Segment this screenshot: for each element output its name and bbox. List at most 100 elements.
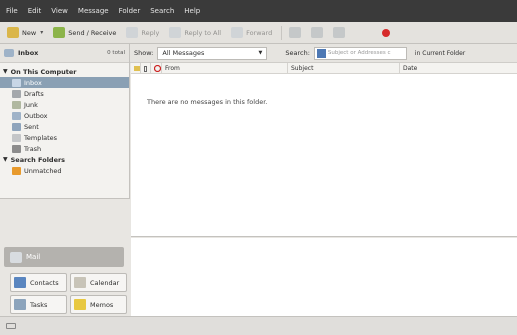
folder-outbox[interactable]: Outbox xyxy=(0,110,129,121)
menu-search[interactable]: Search xyxy=(150,7,174,15)
tree-on-this-computer-label: On This Computer xyxy=(10,67,77,76)
menu-view[interactable]: View xyxy=(51,7,68,15)
column-date[interactable]: Date xyxy=(400,63,517,74)
templates-icon xyxy=(12,133,21,142)
junk-icon xyxy=(333,27,346,38)
memos-button-label: Memos xyxy=(90,300,114,309)
reply-icon xyxy=(126,27,139,38)
new-button[interactable]: New ▾ xyxy=(4,25,46,41)
column-unread[interactable] xyxy=(131,63,141,74)
tasks-button-label: Tasks xyxy=(30,300,48,309)
flag-icon xyxy=(154,65,161,72)
column-subject-label: Subject xyxy=(291,65,314,72)
chevron-down-icon: ▼ xyxy=(258,50,263,56)
folder-templates[interactable]: Templates xyxy=(0,132,129,143)
show-filter-select[interactable]: All Messages ▼ xyxy=(157,46,268,60)
folder-count: 0 total xyxy=(107,50,125,56)
inbox-icon xyxy=(4,49,14,57)
folder-tree: ▼ On This Computer Inbox Drafts Junk Out… xyxy=(0,63,129,176)
folder-inbox[interactable]: Inbox xyxy=(0,77,129,88)
component-switcher: Mail Contacts Calendar Tasks Memos xyxy=(0,198,130,316)
calendar-button-label: Calendar xyxy=(90,278,120,287)
send-receive-icon xyxy=(53,27,66,38)
forward-icon xyxy=(231,27,244,38)
folder-sent[interactable]: Sent xyxy=(0,121,129,132)
reply-button[interactable]: Reply xyxy=(123,25,162,41)
folder-trash[interactable]: Trash xyxy=(0,143,129,154)
menu-file[interactable]: File xyxy=(6,7,18,15)
reply-label: Reply xyxy=(141,28,160,37)
folder-title: Inbox xyxy=(18,49,39,57)
folder-header: Inbox 0 total xyxy=(0,44,129,63)
column-date-label: Date xyxy=(403,65,418,72)
menu-edit[interactable]: Edit xyxy=(28,7,42,15)
column-attachment[interactable] xyxy=(141,63,151,74)
folder-sent-label: Sent xyxy=(24,122,39,131)
folder-icon xyxy=(311,27,324,38)
folder-junk-label: Junk xyxy=(24,100,38,109)
tree-search-folders-label: Search Folders xyxy=(10,155,66,164)
forward-label: Forward xyxy=(246,28,273,37)
tree-search-folders[interactable]: ▼ Search Folders xyxy=(0,154,129,165)
tasks-icon xyxy=(14,299,26,310)
offline-icon[interactable] xyxy=(6,323,16,329)
column-subject[interactable]: Subject xyxy=(288,63,400,74)
filter-bar: Show: All Messages ▼ Search: Subject or … xyxy=(130,44,517,63)
mail-button[interactable]: Mail xyxy=(4,247,124,267)
column-flag[interactable] xyxy=(151,63,162,74)
memos-button[interactable]: Memos xyxy=(70,295,127,314)
sent-icon xyxy=(12,122,21,131)
trash-icon xyxy=(12,144,21,153)
expander-down-icon[interactable]: ▼ xyxy=(3,156,8,163)
calendar-button[interactable]: Calendar xyxy=(70,273,127,292)
folder-unmatched[interactable]: Unmatched xyxy=(0,165,129,176)
folder-templates-label: Templates xyxy=(24,133,58,142)
folder-drafts-label: Drafts xyxy=(24,89,44,98)
message-list-header: From Subject Date xyxy=(131,63,517,74)
empty-folder-message: There are no messages in this folder. xyxy=(147,98,268,106)
show-filter-value: All Messages xyxy=(162,49,205,57)
folder-drafts[interactable]: Drafts xyxy=(0,88,129,99)
folder-unmatched-label: Unmatched xyxy=(24,166,62,175)
tree-on-this-computer[interactable]: ▼ On This Computer xyxy=(0,66,129,77)
print-icon xyxy=(289,27,302,38)
reply-all-button[interactable]: Reply to All xyxy=(166,25,224,41)
inbox-icon xyxy=(12,78,21,87)
folder-trash-label: Trash xyxy=(24,144,42,153)
status-bar xyxy=(0,316,517,335)
junk-button[interactable] xyxy=(330,25,348,41)
message-list: From Subject Date There are no messages … xyxy=(131,63,517,237)
preview-pane xyxy=(131,238,517,316)
delete-icon xyxy=(382,28,391,37)
attachment-icon xyxy=(144,65,147,72)
search-scope-select[interactable]: in Current Folder xyxy=(415,50,465,57)
memos-icon xyxy=(74,299,86,310)
new-message-icon xyxy=(7,27,19,38)
column-from-label: From xyxy=(165,65,180,72)
expander-down-icon[interactable]: ▼ xyxy=(3,68,8,75)
search-icon[interactable] xyxy=(316,48,326,58)
send-receive-label: Send / Receive xyxy=(68,28,117,37)
print-button[interactable] xyxy=(286,25,304,41)
junk-icon xyxy=(12,100,21,109)
move-button[interactable] xyxy=(308,25,326,41)
contacts-icon xyxy=(14,277,26,288)
send-receive-button[interactable]: Send / Receive xyxy=(50,25,119,41)
search-label: Search: xyxy=(285,49,310,57)
chevron-down-icon[interactable]: ▾ xyxy=(40,29,43,36)
search-input[interactable]: Subject or Addresses c xyxy=(313,46,407,60)
tasks-button[interactable]: Tasks xyxy=(10,295,67,314)
search-folder-icon xyxy=(12,166,21,175)
forward-button[interactable]: Forward xyxy=(228,25,275,41)
menu-message[interactable]: Message xyxy=(78,7,109,15)
search-scope-value: in Current Folder xyxy=(414,49,466,57)
folder-junk[interactable]: Junk xyxy=(0,99,129,110)
delete-button[interactable] xyxy=(378,25,394,41)
column-from[interactable]: From xyxy=(162,63,288,74)
contacts-button[interactable]: Contacts xyxy=(10,273,67,292)
menu-help[interactable]: Help xyxy=(184,7,200,15)
show-label: Show: xyxy=(134,49,154,57)
menu-folder[interactable]: Folder xyxy=(119,7,141,15)
menu-bar: File Edit View Message Folder Search Hel… xyxy=(0,0,517,22)
mail-icon xyxy=(10,251,22,263)
